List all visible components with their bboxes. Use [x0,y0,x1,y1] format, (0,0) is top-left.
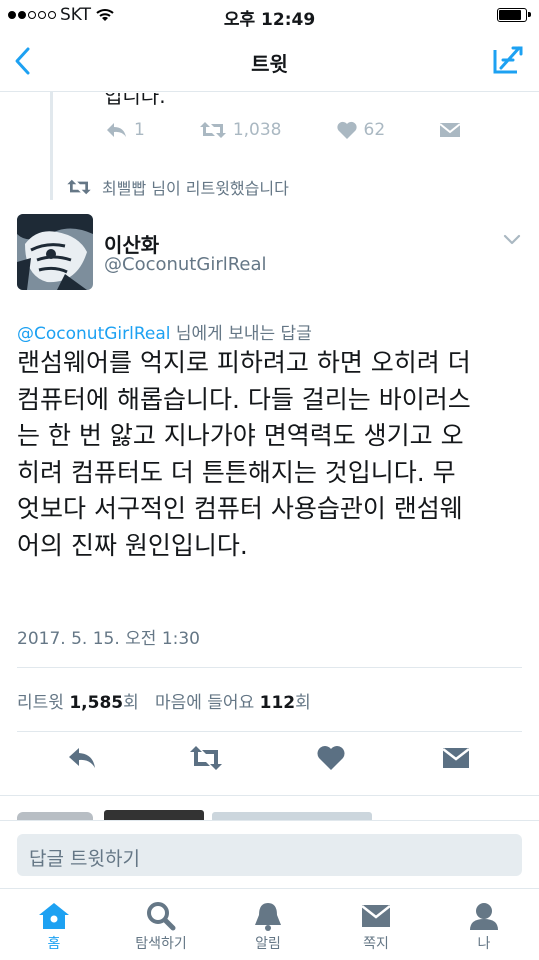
next-tweet-peek[interactable] [17,796,522,820]
previous-like-button[interactable]: 62 [336,120,386,140]
envelope-icon[interactable] [440,742,472,774]
tab-label: 탐색하기 [135,936,187,952]
tab-me[interactable]: 나 [434,895,534,953]
tab-label: 나 [477,936,491,952]
status-time: 오후 12:49 [223,10,316,30]
previous-reply-count: 1 [134,120,145,140]
bell-icon [255,903,281,931]
tweet-text-line: 어의 진짜 원인입니다. [17,530,248,560]
compose-icon[interactable] [491,42,525,78]
tweet-text-line: 랜섬웨어를 억지로 피하려고 하면 오히려 더 [17,348,471,377]
tweet-stats: 리트윗 1,585회 마음에 들어요 112회 [17,688,311,713]
avatar[interactable] [17,214,93,290]
retweet-stat-count: 1,585 [69,693,124,713]
retweet-context[interactable]: 최삘빱 님이 리트윗했습니다 [66,175,289,199]
username[interactable]: @CoconutGirlReal [104,254,267,275]
reply-input[interactable]: 답글 트윗하기 [17,834,522,876]
count-suffix: 회 [123,693,139,713]
reply-icon [107,123,126,137]
retweet-icon[interactable] [188,742,224,774]
envelope-icon [361,905,391,927]
tab-notifications[interactable]: 알림 [218,895,318,953]
battery-icon [497,8,531,22]
tweet-text-line: 는 한 번 앓고 지나가야 면역력도 생기고 오 [17,421,464,450]
previous-tweet-actions: 1 1,038 62 [104,120,515,140]
tab-home[interactable]: 홈 [4,895,104,953]
search-icon [147,902,176,931]
reply-bar: 답글 트윗하기 [0,820,539,888]
divider [17,667,522,668]
tab-label: 홈 [47,936,61,952]
status-bar: SKT 오후 12:49 [0,0,539,30]
next-tweet-username-blur [212,812,372,820]
heart-icon[interactable] [315,742,347,774]
previous-reply-button[interactable]: 1 [104,120,145,140]
previous-tweet-text: 입니다. [104,93,166,107]
previous-tweet-text-clip: 입니다. [0,93,539,107]
tab-messages[interactable]: 쪽지 [326,895,426,953]
retweet-context-label: 최삘빱 님이 리트윗했습니다 [102,179,289,198]
chevron-down-icon[interactable] [503,234,521,246]
reply-context: @CoconutGirlReal 님에게 보내는 답글 [17,319,312,344]
heart-icon [336,121,357,139]
reply-icon[interactable] [66,742,98,774]
divider [17,731,522,732]
previous-retweet-count: 1,038 [232,120,282,140]
retweet-stat-label: 리트윗 [17,693,64,713]
avatar [17,812,93,820]
tab-bar: 홈 탐색하기 알림 쪽지 나 [0,888,539,960]
thread-connector [50,92,53,200]
tab-label: 쪽지 [363,936,389,952]
like-stat-count: 112 [259,693,296,713]
home-icon [39,903,69,929]
previous-like-count: 62 [363,120,386,140]
retweet-icon [67,179,91,195]
like-stat-label: 마음에 들어요 [154,693,255,713]
tweet-text: 랜섬웨어를 억지로 피하려고 하면 오히려 더 컴퓨터에 해롭습니다. 다들 걸… [17,345,527,564]
tweet-text-line: 엇보다 서구적인 컴퓨터 사용습관이 랜섬웨 [17,494,463,523]
tab-explore[interactable]: 탐색하기 [111,895,211,953]
previous-retweet-button[interactable]: 1,038 [199,120,282,140]
like-stat[interactable]: 마음에 들어요 112회 [155,693,311,713]
reply-context-suffix: 님에게 보내는 답글 [170,324,312,344]
retweet-icon [199,122,226,138]
nav-bar: 트윗 [0,30,539,92]
person-icon [470,903,498,930]
previous-dm-button[interactable] [439,121,461,139]
tweet-timestamp: 2017. 5. 15. 오전 1:30 [17,629,200,649]
envelope-icon [439,123,461,137]
tweet-actions [0,742,539,782]
next-tweet-name-blur [104,810,204,820]
tweet-text-line: 히려 컴퓨터도 더 튼튼해지는 것입니다. 무 [17,457,456,487]
count-suffix: 회 [295,693,311,713]
tab-label: 알림 [255,936,281,952]
reply-handle-link[interactable]: @CoconutGirlReal [17,324,171,344]
page-title: 트윗 [251,52,288,76]
retweet-stat[interactable]: 리트윗 1,585회 [17,693,139,713]
tweet-text-line: 컴퓨터에 해롭습니다. 다들 걸리는 바이러스 [17,384,471,414]
